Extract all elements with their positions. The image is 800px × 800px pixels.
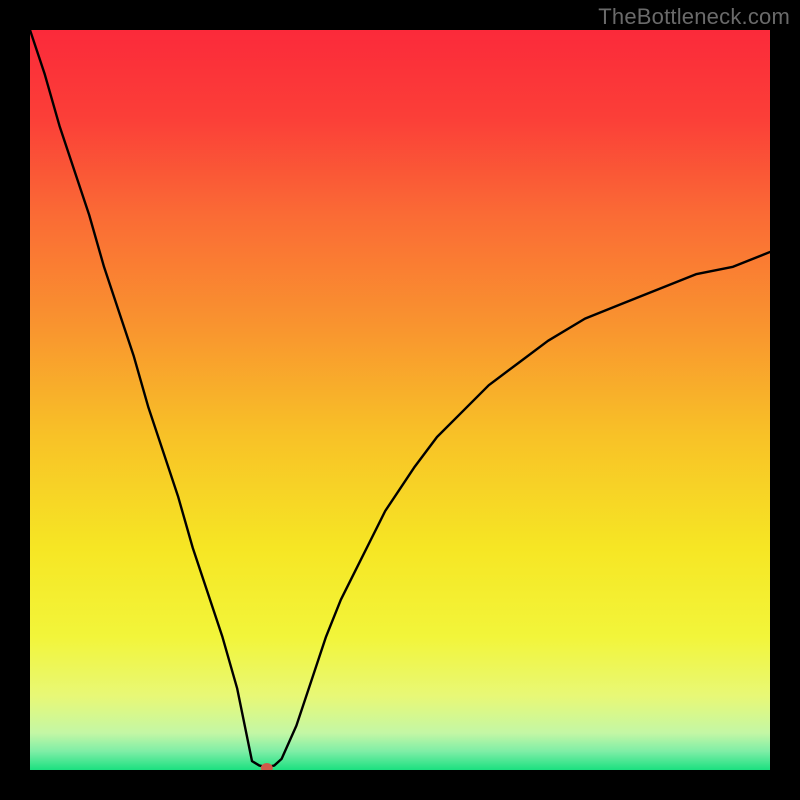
chart-frame: TheBottleneck.com — [0, 0, 800, 800]
plot-area — [30, 30, 770, 770]
watermark-text: TheBottleneck.com — [598, 4, 790, 30]
bottleneck-chart — [30, 30, 770, 770]
